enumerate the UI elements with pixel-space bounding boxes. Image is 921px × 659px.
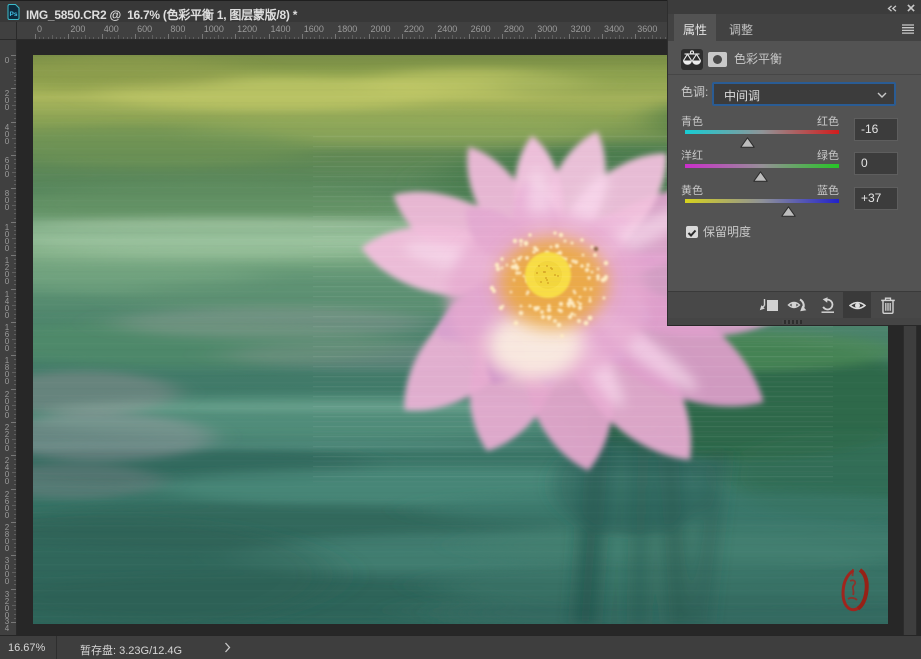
svg-text:Ps: Ps: [10, 11, 18, 18]
